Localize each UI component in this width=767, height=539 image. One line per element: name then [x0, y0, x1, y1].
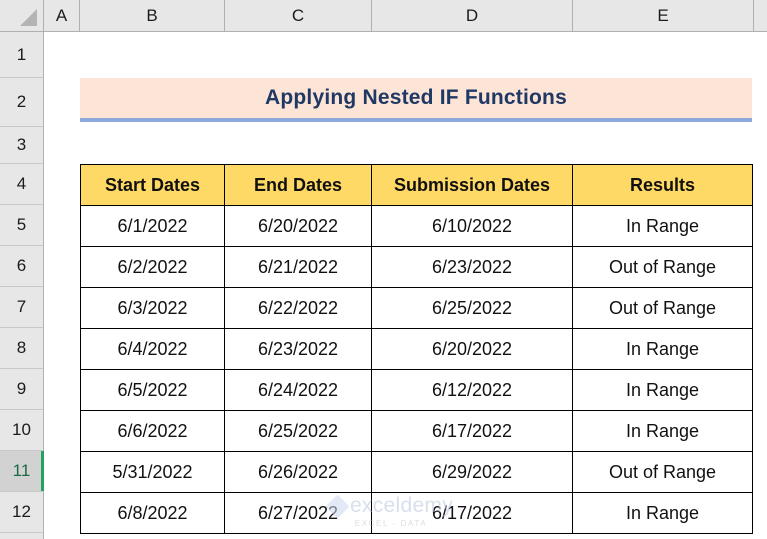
table-header-row: Start Dates End Dates Submission Dates Resu… [80, 164, 753, 206]
column-header-a[interactable]: A [44, 0, 80, 31]
column-header-cell[interactable]: Start Dates [80, 164, 225, 206]
table-cell[interactable]: In Range [572, 410, 753, 452]
table-cell[interactable]: 6/25/2022 [371, 287, 573, 329]
table-cell[interactable]: In Range [572, 205, 753, 247]
row-header-12[interactable]: 12 [0, 492, 43, 533]
column-header-e[interactable]: E [573, 0, 754, 31]
row-header-6[interactable]: 6 [0, 246, 43, 287]
table-cell[interactable]: 6/17/2022 [371, 492, 573, 534]
row-header-9[interactable]: 9 [0, 369, 43, 410]
worksheet-grid[interactable]: Applying Nested IF Functions Start Dates… [44, 32, 767, 539]
table-cell[interactable]: 6/20/2022 [224, 205, 372, 247]
table-cell[interactable]: 6/22/2022 [224, 287, 372, 329]
table-cell[interactable]: 6/5/2022 [80, 369, 225, 411]
table-cell[interactable]: 6/24/2022 [224, 369, 372, 411]
table-cell[interactable]: 6/10/2022 [371, 205, 573, 247]
table-cell[interactable]: 6/17/2022 [371, 410, 573, 452]
table-cell[interactable]: 5/31/2022 [80, 451, 225, 493]
table-row: 6/6/2022 6/25/2022 6/17/2022 In Range [80, 410, 753, 452]
row-header-8[interactable]: 8 [0, 328, 43, 369]
column-header-b[interactable]: B [80, 0, 225, 31]
row-header-2[interactable]: 2 [0, 78, 43, 127]
table-cell[interactable]: Out of Range [572, 246, 753, 288]
row-header-5[interactable]: 5 [0, 205, 43, 246]
table-cell[interactable]: 6/1/2022 [80, 205, 225, 247]
table-cell[interactable]: In Range [572, 492, 753, 534]
data-table: Start Dates End Dates Submission Dates Resu… [80, 164, 753, 534]
row-header-4[interactable]: 4 [0, 164, 43, 205]
table-cell[interactable]: 6/23/2022 [224, 328, 372, 370]
column-header-bar: ABCDE [0, 0, 767, 32]
excel-worksheet-screenshot: ABCDE 1 2 3 4 5 6 7 8 9 10 11 12 Applying Nested IF… [0, 0, 767, 539]
column-header-cell[interactable]: End Dates [224, 164, 372, 206]
table-cell[interactable]: Out of Range [572, 287, 753, 329]
row-header-11[interactable]: 11 [0, 451, 44, 492]
table-row: 6/5/2022 6/24/2022 6/12/2022 In Range [80, 369, 753, 411]
select-all-triangle-icon [20, 9, 37, 26]
table-cell[interactable]: 6/25/2022 [224, 410, 372, 452]
column-header-d[interactable]: D [372, 0, 573, 31]
row-header-bar: 1 2 3 4 5 6 7 8 9 10 11 12 [0, 32, 44, 539]
table-row: 6/2/2022 6/21/2022 6/23/2022 Out of Range [80, 246, 753, 288]
row-header-10[interactable]: 10 [0, 410, 43, 451]
select-all-button[interactable] [0, 0, 44, 31]
row-header-7[interactable]: 7 [0, 287, 43, 328]
table-cell[interactable]: In Range [572, 328, 753, 370]
table-row: 5/31/2022 6/26/2022 6/29/2022 Out of Range [80, 451, 753, 493]
table-cell[interactable]: 6/29/2022 [371, 451, 573, 493]
column-header-cell[interactable]: Results [572, 164, 753, 206]
table-cell[interactable]: 6/23/2022 [371, 246, 573, 288]
table-cell[interactable]: 6/12/2022 [371, 369, 573, 411]
table-cell[interactable]: 6/27/2022 [224, 492, 372, 534]
table-row: 6/1/2022 6/20/2022 6/10/2022 In Range [80, 205, 753, 247]
row-header-1[interactable]: 1 [0, 32, 43, 78]
column-header-c[interactable]: C [225, 0, 372, 31]
table-cell[interactable]: 6/20/2022 [371, 328, 573, 370]
table-cell[interactable]: In Range [572, 369, 753, 411]
title-banner-cell[interactable]: Applying Nested IF Functions [80, 78, 752, 122]
table-cell[interactable]: 6/8/2022 [80, 492, 225, 534]
table-row: 6/4/2022 6/23/2022 6/20/2022 In Range [80, 328, 753, 370]
page-title: Applying Nested IF Functions [265, 86, 567, 109]
table-cell[interactable]: Out of Range [572, 451, 753, 493]
table-cell[interactable]: 6/6/2022 [80, 410, 225, 452]
row-header-3[interactable]: 3 [0, 127, 43, 164]
table-cell[interactable]: 6/4/2022 [80, 328, 225, 370]
table-row: 6/3/2022 6/22/2022 6/25/2022 Out of Range [80, 287, 753, 329]
table-cell[interactable]: 6/21/2022 [224, 246, 372, 288]
table-cell[interactable]: 6/3/2022 [80, 287, 225, 329]
column-header-cell[interactable]: Submission Dates [371, 164, 573, 206]
table-cell[interactable]: 6/26/2022 [224, 451, 372, 493]
table-row: 6/8/2022 6/27/2022 6/17/2022 In Range [80, 492, 753, 534]
table-cell[interactable]: 6/2/2022 [80, 246, 225, 288]
